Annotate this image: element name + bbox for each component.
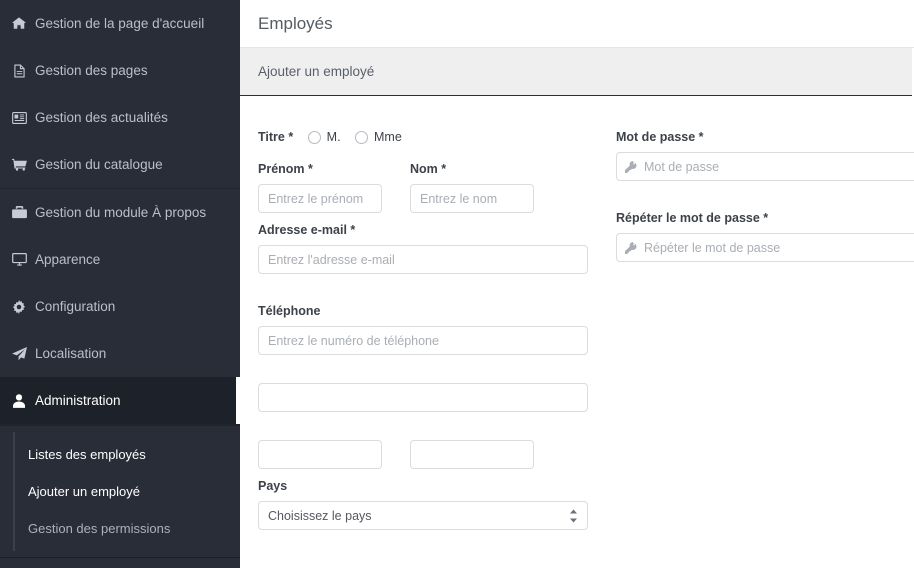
cart-icon <box>8 158 30 171</box>
lastname-label: Nom * <box>410 162 447 177</box>
sidebar-item-appearance[interactable]: Apparence <box>0 236 240 283</box>
field-group-country: Pays <box>258 477 588 531</box>
paper-plane-icon <box>8 346 30 361</box>
newspaper-icon <box>8 111 30 124</box>
password-repeat-input[interactable] <box>616 233 914 262</box>
field-group-phone: Téléphone <box>258 302 588 356</box>
content-area: Employés Ajouter un employé Titre * M. M… <box>240 0 914 568</box>
password-repeat-input-wrapper <box>616 233 914 262</box>
password-repeat-label: Répéter le mot de passe * <box>616 211 769 225</box>
user-icon <box>8 393 30 408</box>
sidebar-item-catalogue[interactable]: Gestion du catalogue <box>0 141 240 188</box>
phone-label: Téléphone <box>258 304 321 319</box>
field-row-name: Prénom * Nom * <box>258 160 588 214</box>
country-select-wrapper[interactable] <box>258 501 588 531</box>
field-group-city <box>258 440 382 470</box>
sidebar-item-administration[interactable]: Administration <box>0 377 240 424</box>
firstname-label: Prénom * <box>258 162 313 177</box>
sidebar-item-label: Apparence <box>35 252 101 267</box>
desktop-icon <box>8 253 30 266</box>
sidebar-item-news[interactable]: Gestion des actualités <box>0 94 240 141</box>
panel-title: Ajouter un employé <box>258 64 375 79</box>
sidebar-group-system: Gestion du module À propos Apparence Con… <box>0 189 240 425</box>
field-group-zip <box>410 440 534 470</box>
submenu-item-employee-list[interactable]: Listes des employés <box>0 436 240 473</box>
briefcase-icon <box>8 206 30 219</box>
gear-icon <box>8 299 30 314</box>
page-title: Employés <box>258 13 333 33</box>
page-header: Employés <box>240 0 914 48</box>
sidebar-item-pages[interactable]: Gestion des pages <box>0 47 240 94</box>
country-select[interactable] <box>258 501 588 531</box>
field-group-password-repeat: Répéter le mot de passe * <box>616 209 914 262</box>
email-input[interactable] <box>258 245 588 275</box>
zip-input[interactable] <box>410 440 534 470</box>
radio-title-mrs[interactable]: Mme <box>355 130 402 144</box>
email-label: Adresse e-mail * <box>258 223 356 238</box>
title-label: Titre * <box>258 130 294 144</box>
radio-label: M. <box>326 130 341 144</box>
firstname-input[interactable] <box>258 184 382 214</box>
country-label: Pays <box>258 479 288 494</box>
submenu-item-label: Ajouter un employé <box>28 484 141 499</box>
form-column-right: Mot de passe * Répéter le mot de passe * <box>588 128 914 544</box>
sidebar-item-label: Administration <box>35 393 121 408</box>
sidebar-item-label: Gestion de la page d'accueil <box>35 16 205 31</box>
sidebar-item-configuration[interactable]: Configuration <box>0 283 240 330</box>
sidebar-item-label: Gestion du module À propos <box>35 205 207 220</box>
phone-input[interactable] <box>258 326 588 356</box>
file-icon <box>8 63 30 78</box>
panel-body: Titre * M. Mme Prénom * Entrez le prénom… <box>240 96 914 554</box>
sidebar-item-label: Localisation <box>35 346 107 361</box>
sidebar-item-label: Configuration <box>35 299 116 314</box>
field-group-address <box>258 383 588 413</box>
radio-button[interactable] <box>355 130 368 144</box>
radio-label: Mme <box>374 130 402 144</box>
sidebar-item-about[interactable]: Gestion du module À propos <box>0 189 240 236</box>
field-row-city-zip <box>258 440 588 470</box>
field-group-email: Adresse e-mail * <box>258 221 588 275</box>
radio-button[interactable] <box>307 130 321 144</box>
field-group-title: Titre * M. Mme <box>258 128 588 146</box>
app-root: Gestion de la page d'accueil Gestion des… <box>0 0 914 568</box>
submenu-item-label: Listes des employés <box>28 447 146 462</box>
sidebar-submenu-administration: Listes des employés Ajouter un employé G… <box>0 425 240 558</box>
field-group-lastname: Nom * <box>410 160 534 214</box>
sidebar-item-localisation[interactable]: Localisation <box>0 330 240 377</box>
panel-header: Ajouter un employé <box>240 48 912 96</box>
address-input[interactable] <box>258 383 588 413</box>
radio-title-mr[interactable]: M. <box>307 130 341 144</box>
sidebar-item-homepage[interactable]: Gestion de la page d'accueil <box>0 0 240 47</box>
password-label: Mot de passe * <box>616 130 704 144</box>
form-column-left: Titre * M. Mme Prénom * Entrez le prénom… <box>258 128 588 544</box>
sidebar-group-content: Gestion de la page d'accueil Gestion des… <box>0 0 240 189</box>
password-input-wrapper <box>616 152 914 181</box>
sidebar-item-label: Gestion du catalogue <box>35 157 163 172</box>
sidebar-item-label: Gestion des pages <box>35 63 148 78</box>
field-group-firstname: Prénom * <box>258 160 382 214</box>
home-icon <box>8 17 30 30</box>
submenu-item-add-employee[interactable]: Ajouter un employé <box>0 473 240 510</box>
sidebar: Gestion de la page d'accueil Gestion des… <box>0 0 240 568</box>
password-input[interactable] <box>616 152 914 181</box>
add-employee-panel: Ajouter un employé Titre * M. Mme Prénom… <box>240 48 914 555</box>
sidebar-item-label: Gestion des actualités <box>35 110 168 125</box>
submenu-item-permissions[interactable]: Gestion des permissions <box>0 510 240 547</box>
submenu-item-label: Gestion des permissions <box>28 521 171 536</box>
city-input[interactable] <box>258 440 382 470</box>
field-group-password: Mot de passe * <box>616 128 914 181</box>
lastname-input[interactable] <box>410 184 534 214</box>
